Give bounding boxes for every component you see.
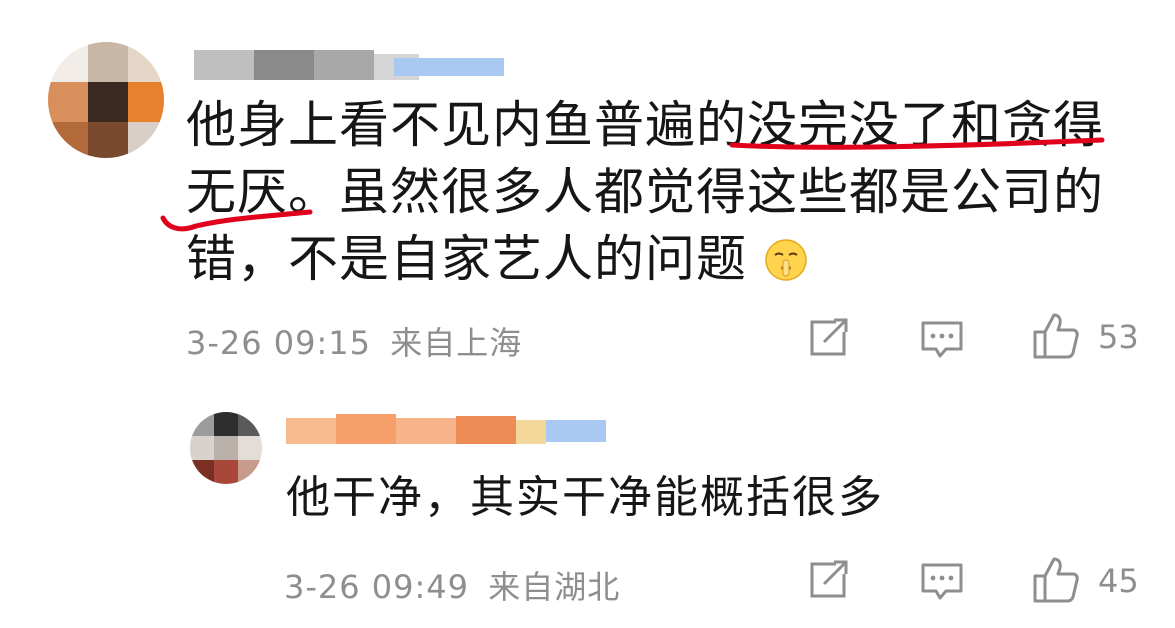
like-icon[interactable] [1032, 312, 1080, 360]
reply-location: 来自湖北 [488, 568, 621, 606]
username[interactable] [194, 44, 524, 80]
like-count: 45 [1098, 562, 1139, 600]
shush-face-icon [764, 232, 808, 281]
reply-time: 3-26 09:49 [284, 568, 470, 606]
comment-meta: 3-26 09:15 来自上海 [186, 318, 522, 364]
reply-icon[interactable] [920, 562, 964, 602]
reply-text: 他干净，其实干净能概括很多 [286, 472, 884, 523]
comment-location: 来自上海 [390, 324, 523, 362]
share-icon[interactable] [808, 318, 852, 358]
comment-line: 他身上看不见内鱼普遍的没完没了和贪得 [186, 96, 1104, 154]
like-icon[interactable] [1032, 556, 1080, 604]
share-icon[interactable] [808, 560, 852, 600]
reply-username[interactable] [286, 414, 646, 446]
reply-meta: 3-26 09:49 来自湖北 [284, 562, 620, 608]
comment-line: 错，不是自家艺人的问题 [186, 226, 1104, 293]
comment-text: 他身上看不见内鱼普遍的没完没了和贪得 无厌。虽然很多人都觉得这些都是公司的 错，… [186, 92, 1104, 293]
like-count: 53 [1098, 318, 1139, 356]
reply-icon[interactable] [920, 320, 964, 360]
comment-time: 3-26 09:15 [186, 324, 372, 362]
avatar[interactable] [48, 42, 164, 158]
avatar[interactable] [190, 412, 262, 484]
comment-line: 无厌。虽然很多人都觉得这些都是公司的 [186, 163, 1104, 221]
